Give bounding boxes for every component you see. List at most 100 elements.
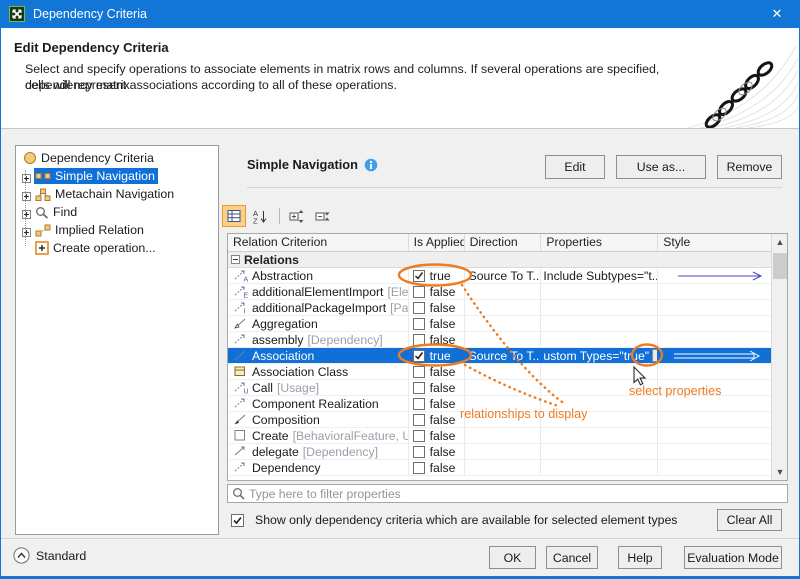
is-applied-checkbox[interactable] bbox=[413, 366, 425, 378]
tree-item-create-operation[interactable]: Create operation... bbox=[16, 239, 218, 257]
is-applied-checkbox[interactable] bbox=[413, 270, 425, 282]
table-row-additionalelementimport[interactable]: EadditionalElementImport[Eleme...false bbox=[228, 284, 771, 300]
relation-name: Create bbox=[252, 429, 289, 443]
is-applied-checkbox[interactable] bbox=[413, 462, 425, 474]
expand-icon[interactable] bbox=[22, 208, 31, 217]
simple-navigation-icon bbox=[35, 170, 51, 182]
expand-icon[interactable] bbox=[22, 226, 31, 235]
is-applied-value: false bbox=[430, 445, 456, 459]
column-header-properties[interactable]: Properties bbox=[541, 234, 658, 251]
delegate-icon bbox=[233, 445, 248, 458]
is-applied-checkbox[interactable] bbox=[413, 382, 425, 394]
tree-item-simple-navigation[interactable]: Simple Navigation bbox=[16, 167, 218, 185]
properties-value: Include Subtypes="t... bbox=[543, 269, 658, 283]
mode-switch[interactable]: Standard bbox=[13, 547, 86, 564]
is-applied-checkbox[interactable] bbox=[413, 398, 425, 410]
direction-value: Source To T... bbox=[469, 269, 542, 283]
filter-input[interactable] bbox=[249, 487, 787, 501]
aggregation-icon bbox=[233, 317, 248, 330]
vertical-scrollbar[interactable]: ▲ ▼ bbox=[771, 234, 787, 480]
dependency-matrix-app-icon bbox=[9, 6, 25, 22]
is-applied-value: false bbox=[430, 461, 456, 475]
table-row-aggregation[interactable]: Aggregationfalse bbox=[228, 316, 771, 332]
show-only-checkbox[interactable] bbox=[231, 514, 244, 527]
svg-text:A: A bbox=[244, 277, 249, 283]
footer-bar: Standard bbox=[1, 539, 799, 576]
find-icon bbox=[35, 206, 49, 219]
tree-item-implied-relation[interactable]: Implied Relation bbox=[16, 221, 218, 239]
direction-value: Source To T... bbox=[469, 349, 542, 363]
association-icon bbox=[233, 349, 248, 362]
clear-all-button[interactable]: Clear All bbox=[717, 509, 782, 531]
search-icon bbox=[232, 487, 245, 500]
filter-field[interactable] bbox=[227, 484, 788, 503]
svg-text:Z: Z bbox=[253, 216, 258, 224]
table-row-create[interactable]: Create[BehavioralFeature, Usa...false bbox=[228, 428, 771, 444]
is-applied-checkbox[interactable] bbox=[413, 350, 425, 362]
help-button[interactable]: Help bbox=[618, 546, 662, 569]
table-body: Relation CriterionIs AppliedDirectionPro… bbox=[228, 234, 771, 480]
tree-item-find[interactable]: Find bbox=[16, 203, 218, 221]
expand-all-icon[interactable] bbox=[285, 205, 309, 227]
expand-icon[interactable] bbox=[22, 190, 31, 199]
relations-group-row[interactable]: Relations bbox=[228, 252, 771, 268]
table-row-association-class[interactable]: Association Classfalse bbox=[228, 364, 771, 380]
edit-button[interactable]: Edit bbox=[545, 155, 605, 179]
is-applied-checkbox[interactable] bbox=[413, 414, 425, 426]
tree-item-label: Implied Relation bbox=[55, 223, 144, 237]
close-icon[interactable]: ✕ bbox=[759, 0, 795, 28]
panel-separator bbox=[247, 187, 782, 188]
chain-illustration bbox=[668, 28, 798, 131]
dependency-criteria-dialog: Dependency Criteria ✕ Edit Dependency Cr… bbox=[0, 0, 800, 579]
mode-label: Standard bbox=[36, 549, 86, 563]
is-applied-value: true bbox=[430, 269, 451, 283]
grouped-view-icon[interactable] bbox=[222, 205, 246, 227]
association-class-icon bbox=[233, 365, 248, 378]
info-icon[interactable] bbox=[364, 158, 378, 172]
scrollbar-thumb[interactable] bbox=[773, 253, 787, 279]
tree-item-dependency-criteria[interactable]: Dependency Criteria bbox=[16, 149, 218, 167]
remove-button[interactable]: Remove bbox=[717, 155, 782, 179]
use-as-button[interactable]: Use as... bbox=[616, 155, 706, 179]
is-applied-checkbox[interactable] bbox=[413, 446, 425, 458]
criteria-root-icon bbox=[23, 151, 37, 165]
relation-metatype: [BehavioralFeature, Usa... bbox=[293, 429, 409, 443]
collapse-all-icon[interactable] bbox=[311, 205, 335, 227]
column-header-direction[interactable]: Direction bbox=[465, 234, 542, 251]
table-row-additionalpackageimport[interactable]: IadditionalPackageImport[Packa...false bbox=[228, 300, 771, 316]
table-row-association[interactable]: AssociationtrueSource To T...ustom Types… bbox=[228, 348, 771, 364]
create-icon bbox=[233, 429, 248, 442]
scroll-up-icon[interactable]: ▲ bbox=[772, 234, 788, 250]
column-header-is-applied[interactable]: Is Applied bbox=[409, 234, 465, 251]
table-row-abstraction[interactable]: AAbstractiontrueSource To T...Include Su… bbox=[228, 268, 771, 284]
is-applied-checkbox[interactable] bbox=[413, 430, 425, 442]
show-only-label: Show only dependency criteria which are … bbox=[255, 513, 677, 527]
header-description-line2: cells will represent associations accord… bbox=[25, 77, 670, 93]
scroll-down-icon[interactable]: ▼ bbox=[772, 464, 788, 480]
table-row-delegate[interactable]: delegate[Dependency]false bbox=[228, 444, 771, 460]
is-applied-checkbox[interactable] bbox=[413, 286, 425, 298]
annotation-select-properties-label: select properties bbox=[629, 384, 721, 398]
expand-icon[interactable] bbox=[22, 172, 31, 181]
ok-button[interactable]: OK bbox=[489, 546, 536, 569]
relation-name: Association bbox=[252, 349, 314, 363]
create-operation-icon bbox=[35, 241, 49, 255]
is-applied-checkbox[interactable] bbox=[413, 334, 425, 346]
sort-az-icon[interactable]: AZ bbox=[248, 205, 272, 227]
dialog-header: Edit Dependency Criteria Select and spec… bbox=[1, 28, 799, 129]
column-header-relation-criterion[interactable]: Relation Criterion bbox=[228, 234, 409, 251]
is-applied-checkbox[interactable] bbox=[413, 302, 425, 314]
element-import-icon: E bbox=[233, 285, 248, 298]
svg-text:E: E bbox=[244, 293, 249, 299]
table-row-assembly[interactable]: assembly[Dependency]false bbox=[228, 332, 771, 348]
column-header-style[interactable]: Style bbox=[658, 234, 771, 251]
is-applied-checkbox[interactable] bbox=[413, 318, 425, 330]
relation-name: Aggregation bbox=[252, 317, 318, 331]
table-row-dependency[interactable]: Dependencyfalse bbox=[228, 460, 771, 476]
tree-item-metachain-navigation[interactable]: Metachain Navigation bbox=[16, 185, 218, 203]
evaluation-mode-button[interactable]: Evaluation Mode bbox=[684, 546, 782, 569]
cancel-button[interactable]: Cancel bbox=[546, 546, 598, 569]
collapse-icon[interactable] bbox=[231, 255, 240, 264]
component-realization-icon bbox=[233, 397, 248, 410]
composition-icon bbox=[233, 413, 248, 426]
